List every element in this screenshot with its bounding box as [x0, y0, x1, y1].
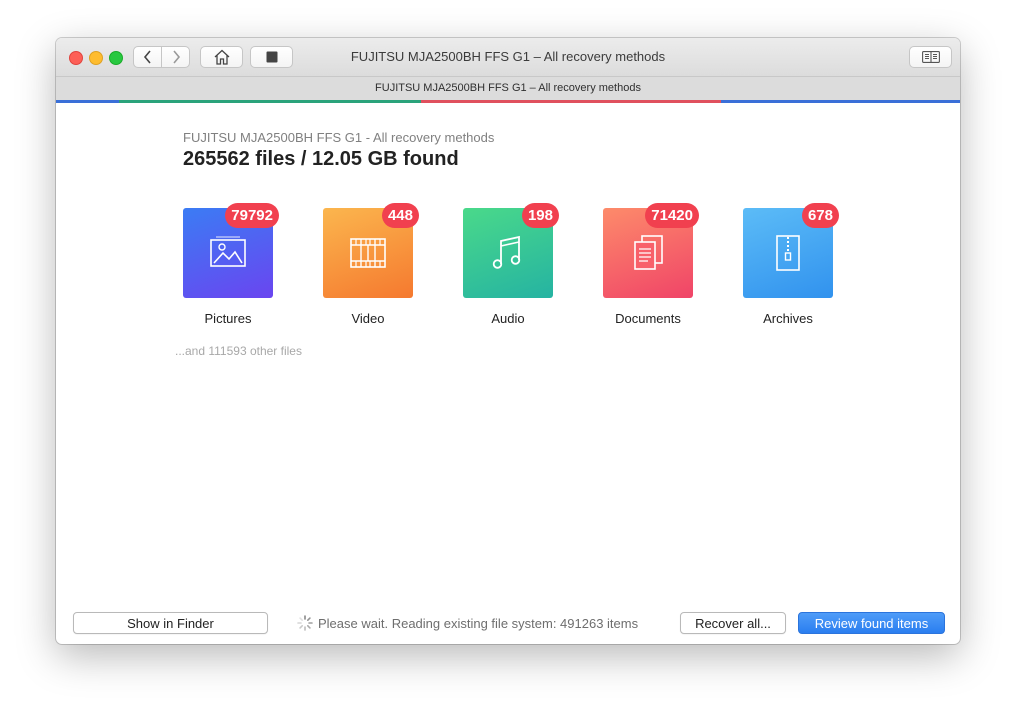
spinner-icon	[297, 615, 313, 631]
category-label: Audio	[491, 311, 525, 326]
film-icon	[350, 238, 386, 268]
category-audio[interactable]: 198 Audio	[463, 203, 559, 326]
title-bar: FUJITSU MJA2500BH FFS G1 – All recovery …	[56, 38, 960, 76]
category-video[interactable]: 448 Video	[323, 203, 419, 326]
category-documents[interactable]: 71420 Documents	[603, 203, 699, 326]
category-tile[interactable]: 448	[323, 203, 419, 298]
category-tile[interactable]: 79792	[183, 203, 279, 298]
scan-status: Please wait. Reading existing file syste…	[297, 615, 638, 631]
app-window: FUJITSU MJA2500BH FFS G1 – All recovery …	[56, 38, 960, 644]
picture-icon	[210, 236, 246, 267]
count-badge: 79792	[225, 203, 279, 228]
category-label: Documents	[615, 311, 681, 326]
category-tile[interactable]: 678	[743, 203, 839, 298]
category-label: Video	[351, 311, 385, 326]
category-tile[interactable]: 198	[463, 203, 559, 298]
count-badge: 448	[381, 203, 419, 228]
count-badge: 678	[801, 203, 839, 228]
other-files-link[interactable]: ...and 111593 other files	[175, 344, 302, 358]
archive-zip-icon	[776, 235, 800, 271]
count-badge: 198	[521, 203, 559, 228]
category-tile[interactable]: 71420	[603, 203, 699, 298]
found-summary-heading: 265562 files / 12.05 GB found	[183, 148, 459, 170]
category-label: Pictures	[204, 311, 252, 326]
category-pictures[interactable]: 79792 Pictures	[183, 203, 279, 326]
sidebar-toggle-button[interactable]	[909, 46, 952, 68]
count-badge: 71420	[645, 203, 699, 228]
drive-label: FUJITSU MJA2500BH FFS G1 - All recovery …	[183, 130, 495, 145]
category-label: Archives	[763, 311, 813, 326]
recover-all-button[interactable]: Recover all...	[680, 612, 786, 634]
category-archives[interactable]: 678 Archives	[743, 203, 839, 326]
documents-icon	[634, 235, 663, 270]
main-content: FUJITSU MJA2500BH FFS G1 - All recovery …	[56, 103, 960, 644]
book-icon	[921, 51, 940, 63]
review-found-items-button[interactable]: Review found items	[798, 612, 945, 634]
window-title: FUJITSU MJA2500BH FFS G1 – All recovery …	[350, 49, 666, 64]
music-note-icon	[492, 235, 521, 269]
show-in-finder-button[interactable]: Show in Finder	[73, 612, 268, 634]
tab-bar: FUJITSU MJA2500BH FFS G1 – All recovery …	[56, 76, 960, 100]
tab-title[interactable]: FUJITSU MJA2500BH FFS G1 – All recovery …	[56, 82, 960, 94]
status-text: Please wait. Reading existing file syste…	[318, 615, 639, 631]
